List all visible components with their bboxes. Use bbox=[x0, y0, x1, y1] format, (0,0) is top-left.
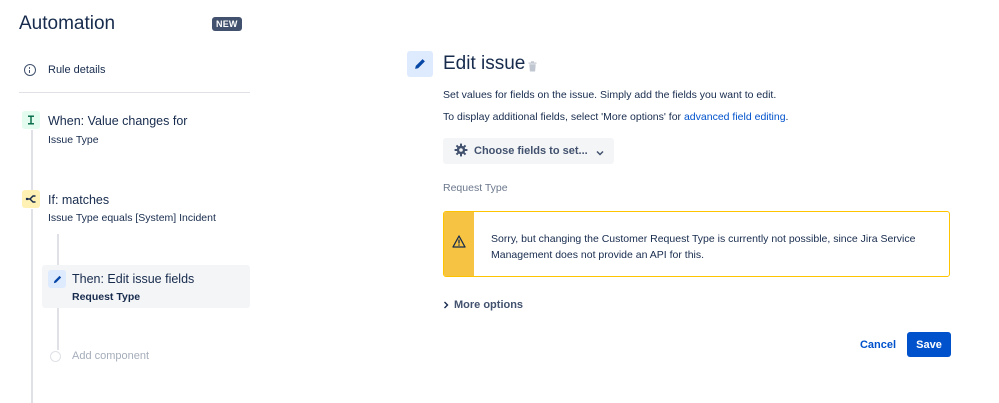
pencil-icon bbox=[48, 270, 66, 288]
trigger-subtitle: Issue Type bbox=[48, 134, 99, 146]
condition-subtitle: Issue Type equals [System] Incident bbox=[48, 212, 216, 224]
more-options-label: More options bbox=[454, 299, 524, 311]
connector-line bbox=[31, 130, 33, 192]
branch-icon bbox=[22, 190, 40, 208]
warning-message: Sorry, but changing the Customer Request… bbox=[491, 233, 916, 261]
edit-issue-description: Set values for fields on the issue. Simp… bbox=[443, 89, 777, 101]
chevron-right-icon bbox=[443, 296, 449, 314]
chevron-down-icon bbox=[596, 144, 604, 159]
action-subtitle: Request Type bbox=[72, 291, 141, 303]
advanced-field-editing-link[interactable]: advanced field editing bbox=[684, 111, 786, 123]
add-component-button[interactable]: Add component bbox=[50, 350, 149, 362]
trash-icon[interactable] bbox=[528, 59, 537, 77]
save-button[interactable]: Save bbox=[907, 332, 951, 357]
divider bbox=[19, 92, 250, 93]
hint-prefix: To display additional fields, select 'Mo… bbox=[443, 111, 684, 123]
automation-sidebar: Automation NEW Rule details When: Value … bbox=[0, 0, 260, 403]
rule-details-label: Rule details bbox=[48, 64, 106, 76]
warning-stripe bbox=[444, 212, 474, 276]
edit-issue-title: Edit issue bbox=[443, 53, 526, 74]
add-component-label: Add component bbox=[72, 350, 150, 362]
page-title: Automation bbox=[19, 13, 116, 34]
condition-title: If: matches bbox=[48, 193, 110, 207]
add-component-dot-icon bbox=[50, 350, 61, 362]
warning-icon bbox=[452, 235, 466, 253]
choose-fields-label: Choose fields to set... bbox=[474, 145, 588, 157]
hint-suffix: . bbox=[785, 111, 789, 123]
rule-details-link[interactable]: Rule details bbox=[24, 64, 105, 76]
additional-fields-hint: To display additional fields, select 'Mo… bbox=[443, 111, 788, 123]
trigger-icon bbox=[22, 111, 40, 129]
info-icon bbox=[24, 64, 36, 76]
new-badge: NEW bbox=[212, 17, 242, 31]
choose-fields-button[interactable]: Choose fields to set... bbox=[443, 138, 614, 164]
warning-banner: Sorry, but changing the Customer Request… bbox=[443, 211, 950, 277]
more-options-toggle[interactable]: More options bbox=[443, 296, 523, 314]
gear-icon bbox=[454, 143, 468, 160]
action-title: Then: Edit issue fields bbox=[72, 272, 195, 286]
connector-line bbox=[31, 209, 33, 403]
cancel-button[interactable]: Cancel bbox=[853, 333, 903, 357]
pencil-icon bbox=[407, 51, 433, 77]
trigger-title: When: Value changes for bbox=[48, 114, 188, 128]
request-type-field-label: Request Type bbox=[443, 182, 508, 194]
